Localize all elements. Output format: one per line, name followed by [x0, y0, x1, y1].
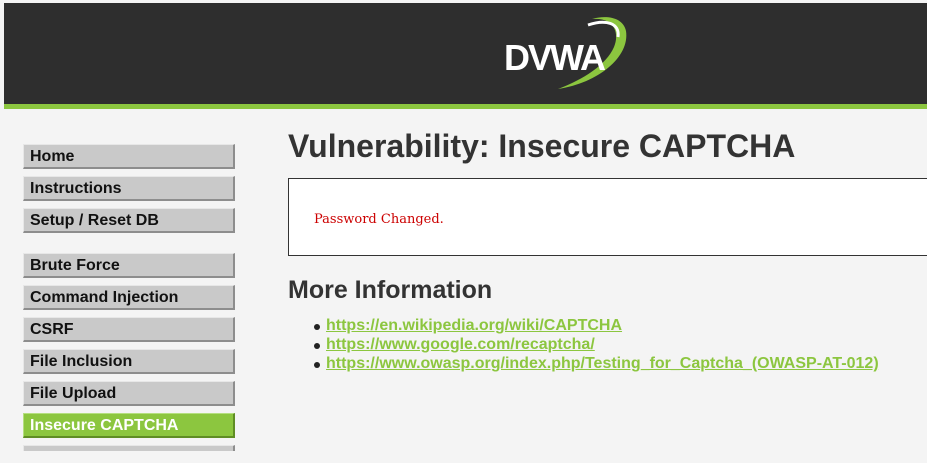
more-info-links: https://en.wikipedia.org/wiki/CAPTCHA ht…: [288, 316, 927, 373]
header: DVWA: [4, 3, 927, 109]
sidebar-item-label: Home: [30, 148, 75, 165]
sidebar-item-brute-force[interactable]: Brute Force: [23, 253, 235, 278]
page-title: Vulnerability: Insecure CAPTCHA: [288, 128, 796, 164]
logo-text: DVWA: [504, 37, 606, 78]
link-owasp-testing-captcha[interactable]: https://www.owasp.org/index.php/Testing_…: [326, 355, 879, 372]
sidebar-item-file-upload[interactable]: File Upload: [23, 381, 235, 406]
sidebar-item-home[interactable]: Home: [23, 144, 235, 169]
list-item: https://www.owasp.org/index.php/Testing_…: [314, 354, 927, 373]
list-item: https://www.google.com/recaptcha/: [314, 335, 927, 354]
menu-group-main: Home Instructions Setup / Reset DB: [23, 144, 235, 233]
sidebar-item-label: CSRF: [30, 321, 74, 338]
sidebar-item-label: Command Injection: [30, 289, 179, 306]
sidebar-menu: Home Instructions Setup / Reset DB Brute…: [23, 144, 235, 451]
sidebar-item-command-injection[interactable]: Command Injection: [23, 285, 235, 310]
page: DVWA Home Instructions Setup / Reset DB …: [0, 0, 927, 463]
main-content: Vulnerability: Insecure CAPTCHA Password…: [288, 124, 927, 373]
dvwa-logo[interactable]: DVWA: [502, 13, 642, 91]
link-wikipedia-captcha[interactable]: https://en.wikipedia.org/wiki/CAPTCHA: [326, 317, 622, 334]
sidebar-item-label: Setup / Reset DB: [30, 212, 159, 229]
sidebar-item-label: File Inclusion: [30, 353, 133, 370]
sidebar-item-label: Instructions: [30, 180, 122, 197]
sidebar-item-label: Brute Force: [30, 257, 120, 274]
link-google-recaptcha[interactable]: https://www.google.com/recaptcha/: [326, 336, 595, 353]
status-message: Password Changed.: [314, 212, 444, 227]
bullet-icon: [314, 343, 320, 349]
sidebar-item-insecure-captcha[interactable]: Insecure CAPTCHA: [23, 413, 235, 438]
sidebar-item-label: Insecure CAPTCHA: [30, 417, 179, 434]
menu-group-vulnerabilities: Brute Force Command Injection CSRF File …: [23, 253, 235, 451]
bullet-icon: [314, 362, 320, 368]
sidebar-item-csrf[interactable]: CSRF: [23, 317, 235, 342]
sidebar-item-setup-reset-db[interactable]: Setup / Reset DB: [23, 208, 235, 233]
sidebar-item-instructions[interactable]: Instructions: [23, 176, 235, 201]
sidebar-item-file-inclusion[interactable]: File Inclusion: [23, 349, 235, 374]
more-info-heading: More Information: [288, 276, 493, 304]
sidebar-item-next-partial[interactable]: [23, 445, 235, 451]
message-box: Password Changed.: [288, 178, 927, 256]
sidebar-item-label: File Upload: [30, 385, 117, 402]
list-item: https://en.wikipedia.org/wiki/CAPTCHA: [314, 316, 927, 335]
bullet-icon: [314, 324, 320, 330]
